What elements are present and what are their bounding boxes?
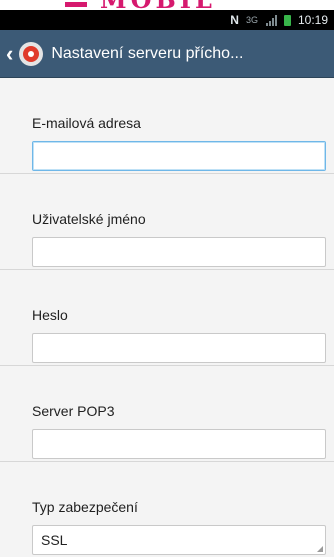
- password-field-group: Heslo: [0, 270, 334, 366]
- dropdown-corner-icon: [317, 546, 323, 552]
- password-input[interactable]: [32, 333, 326, 363]
- username-label: Uživatelské jméno: [32, 211, 146, 227]
- back-button[interactable]: ‹: [0, 30, 51, 77]
- brand-bar: [65, 2, 87, 7]
- screen-title: Nastavení serveru přícho...: [51, 44, 244, 62]
- pop3-server-input[interactable]: [32, 429, 326, 459]
- email-input[interactable]: [32, 141, 326, 171]
- nfc-icon: N: [230, 13, 239, 27]
- pop3-server-label: Server POP3: [32, 403, 115, 419]
- brand-strip: MOBIL: [0, 0, 334, 10]
- clock: 10:19: [297, 13, 328, 27]
- incoming-server-form: E-mailová adresa Uživatelské jméno Heslo…: [0, 78, 334, 557]
- email-label: E-mailová adresa: [32, 115, 141, 131]
- email-app-icon: [19, 41, 44, 66]
- security-type-select[interactable]: SSL: [32, 525, 326, 555]
- security-type-field-group: Typ zabezpečení SSL: [0, 462, 334, 557]
- security-type-label: Typ zabezpečení: [32, 499, 138, 515]
- security-type-value: SSL: [41, 532, 68, 548]
- status-bar: N 3G 10:19: [0, 10, 334, 30]
- username-input[interactable]: [32, 237, 326, 267]
- pop3-server-field-group: Server POP3: [0, 366, 334, 462]
- signal-icon: [265, 14, 277, 26]
- back-chevron-icon: ‹: [6, 40, 14, 66]
- username-field-group: Uživatelské jméno: [0, 174, 334, 270]
- data-icon: 3G: [245, 15, 258, 25]
- action-bar: ‹ Nastavení serveru přícho...: [0, 30, 334, 78]
- brand-logo: MOBIL: [100, 0, 216, 10]
- battery-icon: [283, 14, 291, 26]
- email-field-group: E-mailová adresa: [0, 78, 334, 174]
- password-label: Heslo: [32, 307, 68, 323]
